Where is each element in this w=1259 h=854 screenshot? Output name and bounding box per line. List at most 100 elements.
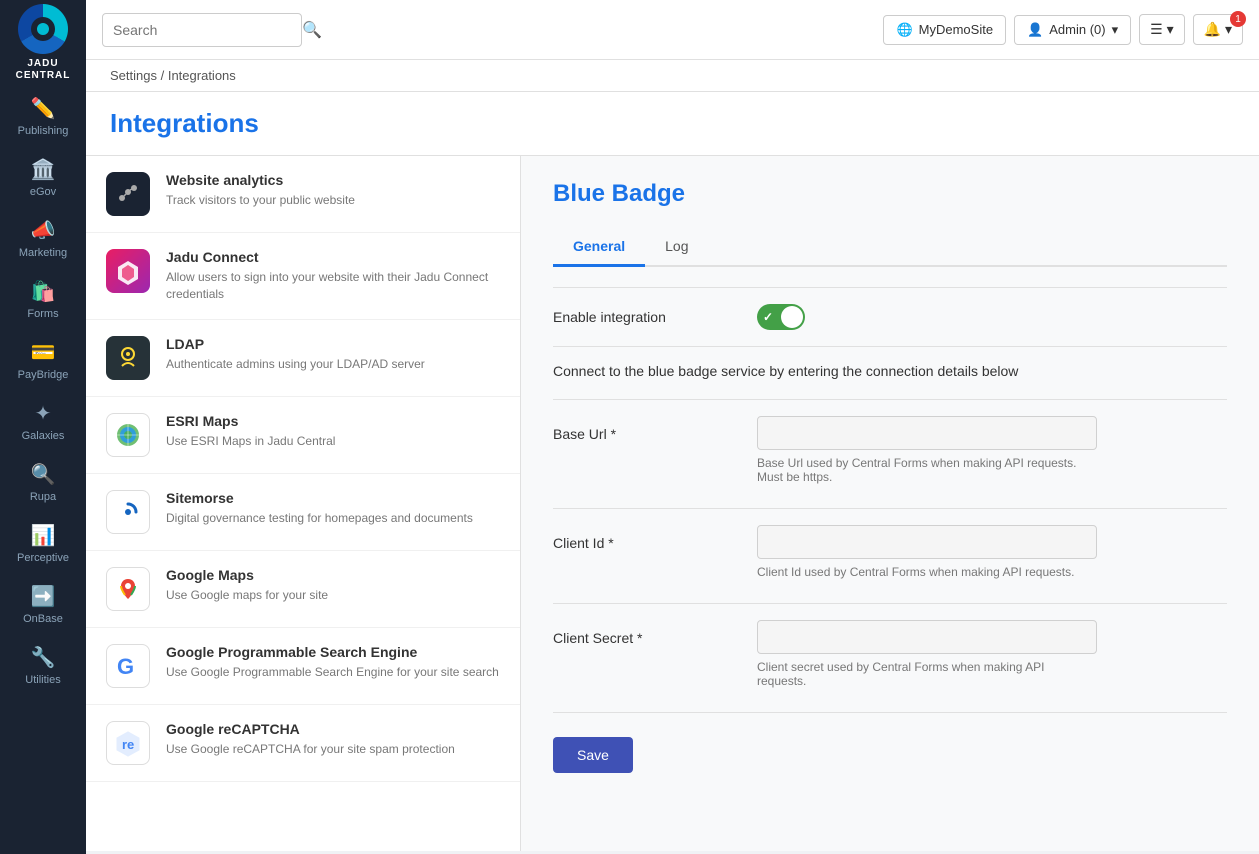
integration-description: Use Google Programmable Search Engine fo… — [166, 664, 499, 681]
tab-log[interactable]: Log — [645, 228, 708, 267]
list-item[interactable]: LDAP Authenticate admins using your LDAP… — [86, 320, 520, 397]
page-title: Integrations — [110, 108, 1235, 155]
breadcrumb-settings[interactable]: Settings — [110, 68, 157, 83]
page-header: Integrations — [86, 92, 1259, 156]
integration-name: LDAP — [166, 336, 425, 352]
enable-label: Enable integration — [553, 309, 733, 325]
paybridge-icon: 💳 — [31, 340, 56, 365]
list-item[interactable]: Jadu Connect Allow users to sign into yo… — [86, 233, 520, 320]
search-input[interactable] — [113, 22, 294, 38]
integration-name: Google reCAPTCHA — [166, 721, 455, 737]
site-icon: 🌐 — [896, 22, 912, 38]
integration-name: Jadu Connect — [166, 249, 500, 265]
breadcrumb-separator: / — [161, 68, 168, 83]
breadcrumb: Settings / Integrations — [86, 60, 1259, 92]
list-item[interactable]: Google Maps Use Google maps for your sit… — [86, 551, 520, 628]
base-url-input[interactable] — [757, 416, 1097, 450]
topbar: 🔍 🌐 MyDemoSite 👤 Admin (0) ▾ ☰ ▾ 🔔 1 ▾ — [86, 0, 1259, 60]
client-id-input[interactable] — [757, 525, 1097, 559]
base-url-row: Base Url * Base Url used by Central Form… — [553, 416, 1227, 484]
client-id-field: Client Id used by Central Forms when mak… — [757, 525, 1227, 579]
divider — [553, 346, 1227, 347]
sidebar-item-galaxies[interactable]: ✦ Galaxies — [0, 391, 86, 452]
svg-text:G: G — [117, 654, 134, 679]
integration-list: Website analytics Track visitors to your… — [86, 156, 521, 851]
client-id-row: Client Id * Client Id used by Central Fo… — [553, 525, 1227, 579]
sidebar-item-publishing[interactable]: ✏️ Publishing — [0, 86, 86, 147]
integration-text: Sitemorse Digital governance testing for… — [166, 490, 473, 527]
client-id-hint: Client Id used by Central Forms when mak… — [757, 565, 1097, 579]
list-item[interactable]: Sitemorse Digital governance testing for… — [86, 474, 520, 551]
sidebar-item-label: OnBase — [23, 613, 63, 625]
menu-icon: ☰ — [1150, 21, 1163, 37]
sidebar-item-label: Forms — [27, 308, 58, 320]
save-button[interactable]: Save — [553, 737, 633, 773]
sidebar: JADUCENTRAL ✏️ Publishing 🏛️ eGov 📣 Mark… — [0, 0, 86, 854]
app-name: JADUCENTRAL — [16, 58, 71, 82]
sidebar-item-forms[interactable]: 🛍️ Forms — [0, 269, 86, 330]
ldap-icon — [106, 336, 150, 380]
client-secret-input[interactable] — [757, 620, 1097, 654]
sidebar-item-label: Marketing — [19, 247, 67, 259]
sidebar-item-label: eGov — [30, 186, 56, 198]
integration-text: Google Maps Use Google maps for your sit… — [166, 567, 328, 604]
sidebar-item-label: PayBridge — [18, 369, 69, 381]
sidebar-item-marketing[interactable]: 📣 Marketing — [0, 208, 86, 269]
admin-label: Admin (0) — [1049, 22, 1105, 37]
base-url-field: Base Url used by Central Forms when maki… — [757, 416, 1227, 484]
sidebar-logo: JADUCENTRAL — [0, 0, 86, 86]
site-label: MyDemoSite — [919, 22, 993, 37]
menu-button[interactable]: ☰ ▾ — [1139, 14, 1184, 45]
tab-general[interactable]: General — [553, 228, 645, 267]
enable-toggle[interactable]: ✓ — [757, 304, 805, 330]
divider — [553, 287, 1227, 288]
admin-button[interactable]: 👤 Admin (0) ▾ — [1014, 15, 1131, 45]
detail-panel: Blue Badge General Log Enable integratio… — [521, 156, 1259, 851]
perceptive-icon: 📊 — [31, 523, 56, 548]
rupa-icon: 🔍 — [31, 462, 56, 487]
integration-name: Google Programmable Search Engine — [166, 644, 499, 660]
search-icon: 🔍 — [302, 20, 322, 40]
logo-dot — [37, 23, 49, 35]
logo-inner — [31, 17, 55, 41]
jadu-connect-icon — [106, 249, 150, 293]
esri-icon — [106, 413, 150, 457]
divider — [553, 508, 1227, 509]
chevron-down-icon: ▾ — [1167, 21, 1174, 37]
main-wrapper: 🔍 🌐 MyDemoSite 👤 Admin (0) ▾ ☰ ▾ 🔔 1 ▾ — [86, 0, 1259, 854]
list-item[interactable]: re Google reCAPTCHA Use Google reCAPTCHA… — [86, 705, 520, 782]
client-secret-hint: Client secret used by Central Forms when… — [757, 660, 1097, 688]
sidebar-item-paybridge[interactable]: 💳 PayBridge — [0, 330, 86, 391]
sidebar-item-perceptive[interactable]: 📊 Perceptive — [0, 513, 86, 574]
list-item[interactable]: ESRI Maps Use ESRI Maps in Jadu Central — [86, 397, 520, 474]
sidebar-item-onbase[interactable]: ➡️ OnBase — [0, 574, 86, 635]
topbar-right: 🌐 MyDemoSite 👤 Admin (0) ▾ ☰ ▾ 🔔 1 ▾ — [883, 14, 1243, 45]
tabs: General Log — [553, 228, 1227, 267]
integration-name: ESRI Maps — [166, 413, 335, 429]
sidebar-item-utilities[interactable]: 🔧 Utilities — [0, 635, 86, 696]
sidebar-item-label: Rupa — [30, 491, 56, 503]
chevron-down-icon: ▾ — [1112, 22, 1119, 38]
integration-text: Google reCAPTCHA Use Google reCAPTCHA fo… — [166, 721, 455, 758]
publishing-icon: ✏️ — [31, 96, 56, 121]
sidebar-item-rupa[interactable]: 🔍 Rupa — [0, 452, 86, 513]
list-item[interactable]: Website analytics Track visitors to your… — [86, 156, 520, 233]
notifications-button[interactable]: 🔔 1 ▾ — [1193, 14, 1243, 45]
connect-text: Connect to the blue badge service by ent… — [553, 363, 1227, 379]
integration-text: Google Programmable Search Engine Use Go… — [166, 644, 499, 681]
bell-icon: 🔔 — [1204, 21, 1221, 37]
integration-description: Track visitors to your public website — [166, 192, 355, 209]
logo-circle — [18, 4, 68, 54]
sidebar-item-label: Perceptive — [17, 552, 69, 564]
search-box[interactable]: 🔍 — [102, 13, 302, 47]
galaxies-icon: ✦ — [35, 401, 52, 426]
list-item[interactable]: G Google Programmable Search Engine Use … — [86, 628, 520, 705]
forms-icon: 🛍️ — [31, 279, 56, 304]
breadcrumb-current: Integrations — [168, 68, 236, 83]
integration-description: Digital governance testing for homepages… — [166, 510, 473, 527]
sidebar-item-egov[interactable]: 🏛️ eGov — [0, 147, 86, 208]
detail-title: Blue Badge — [553, 180, 1227, 208]
analytics-icon — [106, 172, 150, 216]
site-button[interactable]: 🌐 MyDemoSite — [883, 15, 1006, 45]
egov-icon: 🏛️ — [31, 157, 56, 182]
